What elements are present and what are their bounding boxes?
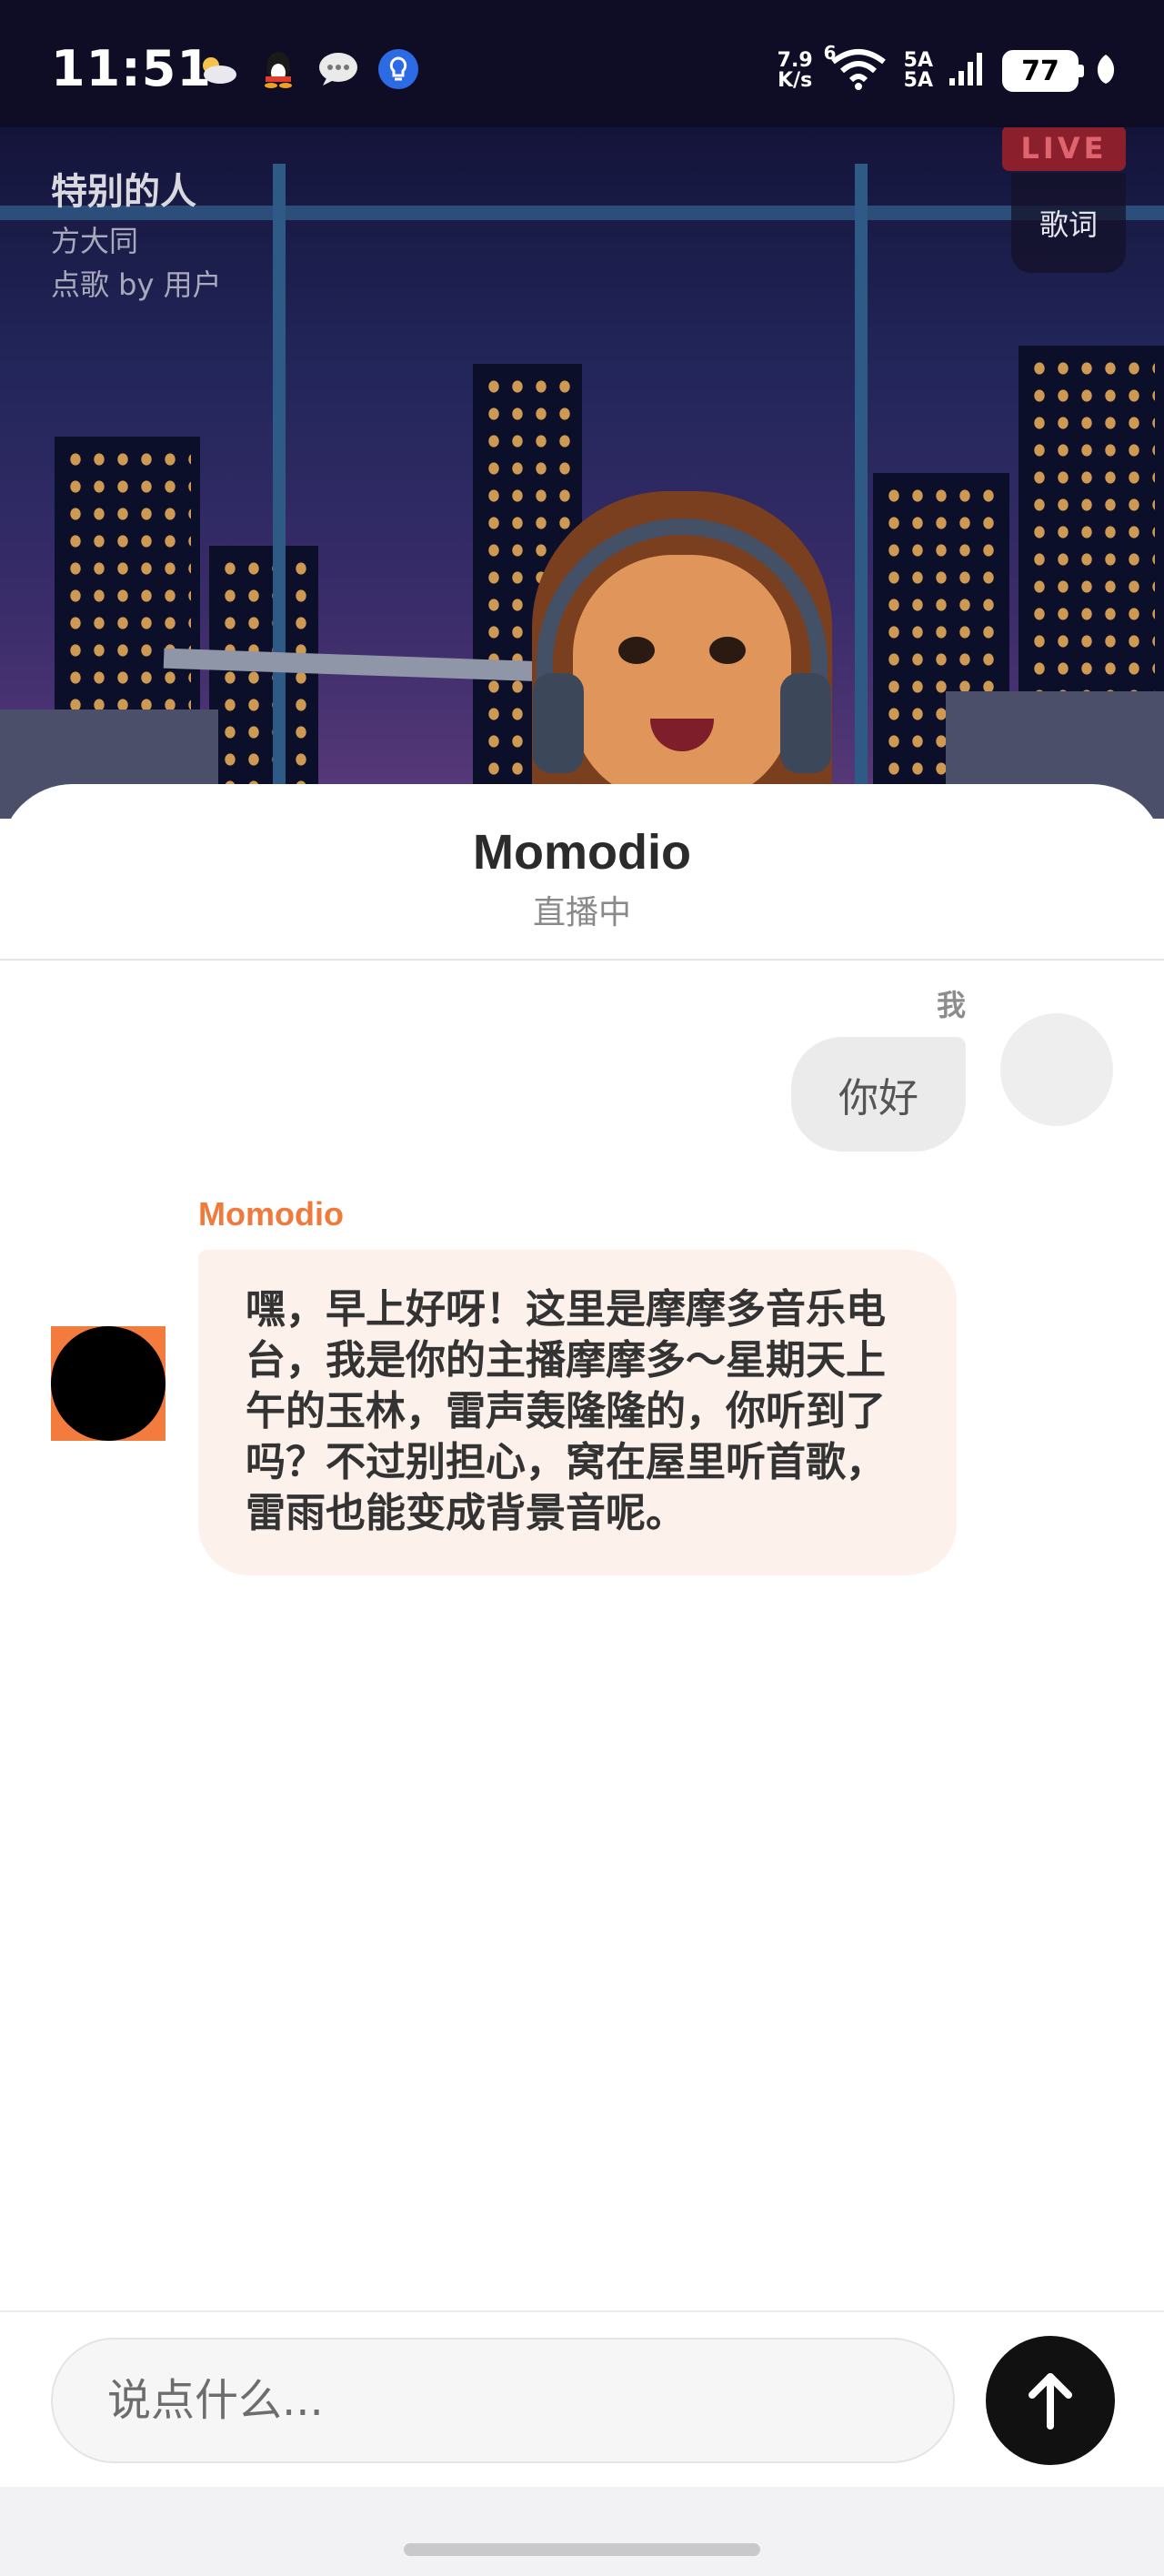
qq-penguin-icon	[256, 47, 300, 91]
bulb-notification-icon	[376, 47, 420, 91]
chat-header: Momodio 直播中	[0, 784, 1164, 961]
host-avatar	[51, 1326, 166, 1441]
lyrics-button[interactable]: 歌词	[1011, 173, 1126, 273]
battery-indicator: 77	[1002, 50, 1084, 92]
signal-sim1: 5A	[903, 49, 933, 72]
network-speed: 7.9 K/s	[778, 51, 813, 91]
composer-bar	[0, 2310, 1164, 2487]
chat-bubble-icon	[316, 47, 360, 91]
cellular-signal: 5A 5A	[904, 51, 933, 91]
weather-cloud-sun-icon	[196, 47, 240, 91]
home-indicator[interactable]	[404, 2543, 760, 2556]
host-message-bubble: 嘿，早上好呀！这里是摩摩多音乐电台，我是你的主播摩摩多～星期天上午的玉林，雷声轰…	[198, 1250, 957, 1575]
building	[209, 546, 318, 819]
signal-sim2: 5A	[903, 69, 933, 92]
notification-icons	[196, 47, 420, 91]
headset-earcup	[780, 673, 831, 773]
system-navigation-area	[0, 2487, 1164, 2576]
window-frame	[273, 164, 286, 819]
live-badge: LIVE	[1002, 126, 1126, 171]
user-name-label: 我	[936, 988, 966, 1022]
wifi-tag: 6	[823, 42, 837, 64]
song-artist: 方大同	[51, 224, 139, 258]
user-message-bubble: 你好	[791, 1037, 966, 1152]
network-speed-value: 7.9	[777, 49, 813, 72]
status-time: 11:51	[51, 40, 212, 97]
host-name-label: Momodio	[198, 1195, 344, 1233]
user-avatar	[1000, 1013, 1113, 1126]
send-button[interactable]	[986, 2336, 1115, 2465]
signal-bars-icon	[949, 51, 986, 91]
system-indicators: 7.9 K/s 6 5A 5A 77	[778, 42, 1117, 95]
wifi-icon: 6	[824, 42, 888, 95]
network-speed-unit: K/s	[778, 69, 813, 92]
status-bar: 11:51 7.9 K/s 6 5A 5A 77	[0, 0, 1164, 127]
station-status: 直播中	[532, 894, 631, 931]
song-requester: 点歌 by 用户	[51, 267, 222, 302]
leaf-icon	[1095, 53, 1117, 89]
now-playing-info: 特别的人 方大同 点歌 by 用户	[51, 162, 222, 304]
message-input[interactable]	[51, 2338, 955, 2463]
window-frame	[855, 164, 868, 819]
song-title: 特别的人	[51, 171, 196, 213]
chat-panel: Momodio 直播中 我 你好 Momodio 嘿，早上好呀！这里是摩摩多音乐…	[0, 784, 1164, 2576]
station-name: Momodio	[473, 825, 691, 880]
headset-earcup	[533, 673, 584, 773]
arrow-up-icon	[1029, 2373, 1072, 2430]
